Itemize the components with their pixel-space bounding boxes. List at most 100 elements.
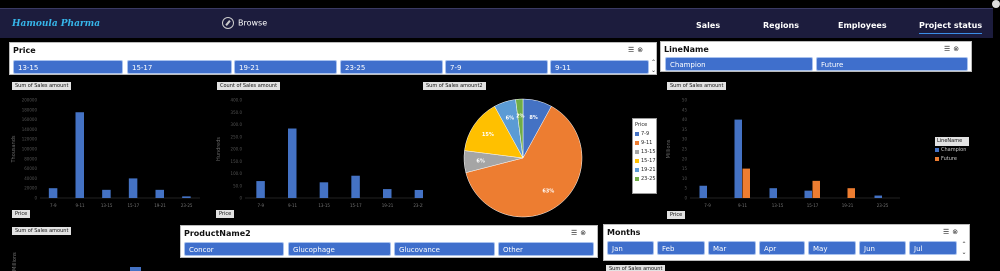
legend-entry-7-9: 7-9 <box>635 130 654 139</box>
slicer-filter-icons[interactable]: ☰⊗ <box>628 46 646 54</box>
month-item-jul[interactable]: Jul <box>909 241 957 255</box>
sum-sales-field-button[interactable]: Sum of Sales amount <box>12 82 72 90</box>
legend-label: 23-25 <box>641 176 656 182</box>
product-slicer: ProductName2 ☰⊗ Concor Glucophage Glucov… <box>180 225 598 258</box>
month-item-mar[interactable]: Mar <box>708 241 756 255</box>
y-tick-label: 30 <box>682 137 688 142</box>
slicer-filter-icons[interactable]: ☰⊗ <box>944 45 962 53</box>
linename-legend: LineName Champion Future <box>933 135 971 167</box>
price-field-button[interactable]: Price <box>12 210 31 218</box>
linename-item-future[interactable]: Future <box>816 57 968 71</box>
price-item-19-21[interactable]: 19-21 <box>234 60 337 74</box>
bottom-chart-axis-title: Millions <box>12 252 18 271</box>
y-tick-label: 250.0 <box>231 134 243 139</box>
legend-label: Champion <box>941 147 967 153</box>
y-tick-label: 180000 <box>22 107 38 112</box>
slicer-filter-icons[interactable]: ☰⊗ <box>943 228 961 236</box>
linename-item-champion[interactable]: Champion <box>665 57 813 71</box>
x-tick-label: 13-15 <box>318 203 330 208</box>
product-item-glucophage[interactable]: Glucophage <box>288 242 391 256</box>
legend-entry-9-11: 9-11 <box>635 139 654 148</box>
month-item-feb[interactable]: Feb <box>657 241 705 255</box>
window-handle[interactable] <box>992 0 1000 8</box>
month-item-apr[interactable]: Apr <box>759 241 805 255</box>
legend-entry-future: Future <box>935 155 969 164</box>
count-sales-field-button[interactable]: Count of Sales amount <box>217 82 281 90</box>
y-tick-label: 50 <box>682 98 688 103</box>
bar-19-21 <box>383 189 392 198</box>
y-tick-label: 35 <box>682 127 688 132</box>
brand-logo: Hamoula Pharma <box>12 19 101 29</box>
legend-swatch <box>635 158 639 163</box>
price-legend-title[interactable]: Price <box>635 121 654 130</box>
tab-project-status[interactable]: Project status <box>919 21 983 34</box>
legend-label: Future <box>941 156 957 162</box>
slicer-filter-icons[interactable]: ☰⊗ <box>571 229 589 237</box>
month-item-jan[interactable]: Jan <box>607 241 654 255</box>
bottom-chart-bar <box>130 267 141 271</box>
bar-7-9 <box>256 181 265 198</box>
price-item-15-17[interactable]: 15-17 <box>127 60 232 74</box>
sum-sales2-chart: Sum of Sales amount2 8% 63% 6% 15% 6% 2% <box>423 82 663 222</box>
price-item-23-25[interactable]: 23-25 <box>340 60 443 74</box>
tab-employees[interactable]: Employees <box>838 21 887 30</box>
y-tick-label: 45 <box>682 107 688 112</box>
legend-entry-19-21: 19-21 <box>635 166 656 175</box>
linename-legend-title[interactable]: LineName <box>935 137 969 146</box>
legend-swatch <box>635 131 639 136</box>
price-legend: Price 7-9 9-11 13-15 15-17 19-21 23-25 <box>632 118 657 194</box>
months-chart-field-button[interactable]: Sum of Sales amount <box>606 265 666 271</box>
bar-9-11-champion <box>734 119 742 198</box>
price-item-7-9[interactable]: 7-9 <box>445 60 548 74</box>
y-tick-label: 140000 <box>22 127 38 132</box>
y-tick-label: 60000 <box>24 166 37 171</box>
tab-regions[interactable]: Regions <box>763 21 799 30</box>
legend-swatch <box>635 149 639 154</box>
linename-slicer: LineName ☰⊗ Champion Future <box>660 41 972 72</box>
y-axis-title: Millions <box>666 139 672 158</box>
legend-label: 13-15 <box>641 149 656 155</box>
month-item-may[interactable]: May <box>808 241 856 255</box>
legend-entry-23-25: 23-25 <box>635 175 656 184</box>
legend-label: 7-9 <box>641 131 650 137</box>
product-item-glucovance[interactable]: Glucovance <box>394 242 495 256</box>
x-tick-label: 19-21 <box>154 203 166 208</box>
pie-data-label: 6% <box>506 116 514 122</box>
pie-data-label: 15% <box>482 132 494 138</box>
legend-swatch <box>635 140 639 145</box>
month-item-jun[interactable]: Jun <box>859 241 906 255</box>
product-item-concor[interactable]: Concor <box>184 242 284 256</box>
y-tick-label: 25 <box>682 147 688 152</box>
tab-sales[interactable]: Sales <box>696 21 720 30</box>
bar-15-17 <box>351 175 360 198</box>
y-tick-label: 15 <box>682 166 688 171</box>
slicer-scroll-arrows[interactable]: ⌃ ⌄ <box>959 241 969 257</box>
y-tick-label: 0 <box>239 196 242 201</box>
bar-7-9-champion <box>699 185 707 198</box>
bar-15-17-champion <box>804 190 812 198</box>
months-slicer: Months ☰⊗ Jan Feb Mar Apr May Jun Jul ⌃ ⌄ <box>603 224 970 261</box>
slicer-scroll-arrows[interactable]: ⌃ ⌄ <box>649 59 658 75</box>
price-item-9-11[interactable]: 9-11 <box>550 60 649 74</box>
price-item-13-15[interactable]: 13-15 <box>13 60 123 74</box>
x-tick-label: 19-21 <box>382 203 394 208</box>
bar-9-11 <box>75 112 84 198</box>
bar-13-15-champion <box>769 188 777 198</box>
price-field-button[interactable]: Price <box>667 211 686 219</box>
pie-data-label: 8% <box>529 115 538 121</box>
browse-button[interactable]: Browse <box>222 17 267 29</box>
months-slicer-title: Months <box>607 228 641 237</box>
linename-plot: Millions 0 5 10 15 20 25 30 35 40 45 50 7-9 9-11 13-15… <box>666 98 900 208</box>
linename-sum-field-button[interactable]: Sum of Sales amount <box>667 82 727 90</box>
y-tick-label: 5 <box>684 186 687 191</box>
product-item-other[interactable]: Other <box>498 242 594 256</box>
price-field-button[interactable]: Price <box>216 210 235 218</box>
y-tick-label: 0 <box>34 196 37 201</box>
x-tick-label: 7-9 <box>50 203 57 208</box>
bar-7-9 <box>48 188 58 198</box>
x-tick-label: 13-15 <box>772 203 784 208</box>
y-tick-label: 40 <box>682 117 688 122</box>
bar-23-25 <box>414 189 424 198</box>
x-tick-label: 9-11 <box>738 203 748 208</box>
legend-swatch <box>935 156 939 161</box>
